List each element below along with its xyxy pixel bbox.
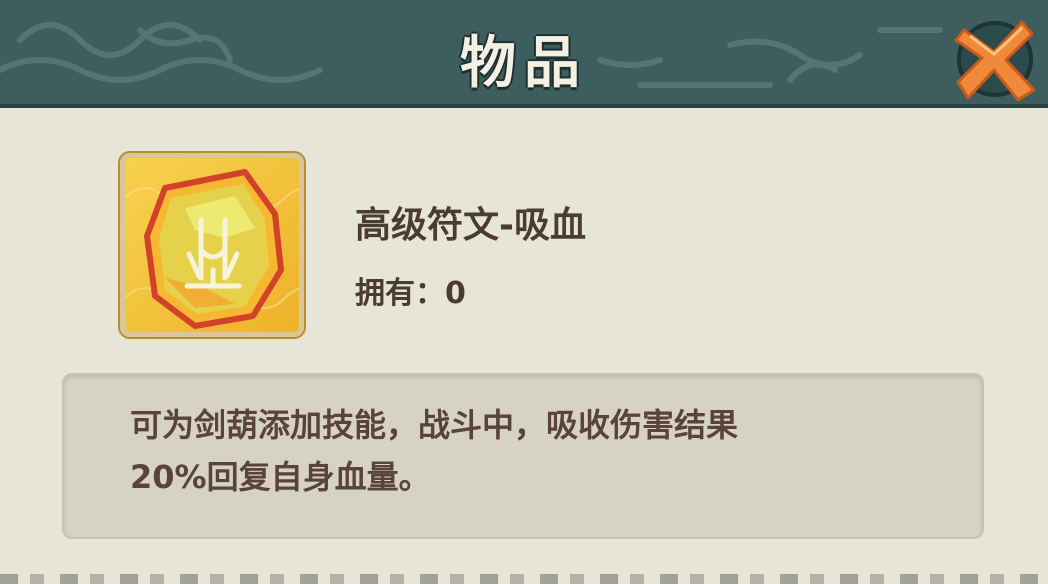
dialog-header: 物品 bbox=[0, 0, 1048, 108]
item-name: 高级符文-吸血 bbox=[355, 205, 586, 246]
close-x-icon bbox=[954, 20, 1036, 102]
item-icon-frame bbox=[120, 153, 304, 337]
item-description-box: 可为剑葫添加技能，战斗中，吸收伤害结果 20%回复自身血量。 bbox=[62, 373, 984, 539]
description-line-1: 可为剑葫添加技能，战斗中，吸收伤害结果 bbox=[130, 406, 739, 444]
bottom-divider bbox=[0, 574, 1048, 584]
close-button[interactable] bbox=[950, 12, 1040, 102]
owned-label: 拥有： bbox=[355, 276, 445, 311]
rune-lifesteal-icon bbox=[125, 169, 299, 329]
owned-count-row: 拥有：0 bbox=[355, 268, 466, 312]
dialog-title: 物品 bbox=[460, 31, 588, 96]
owned-count: 0 bbox=[445, 276, 466, 311]
description-line-2: 20%回复自身血量。 bbox=[130, 458, 431, 496]
